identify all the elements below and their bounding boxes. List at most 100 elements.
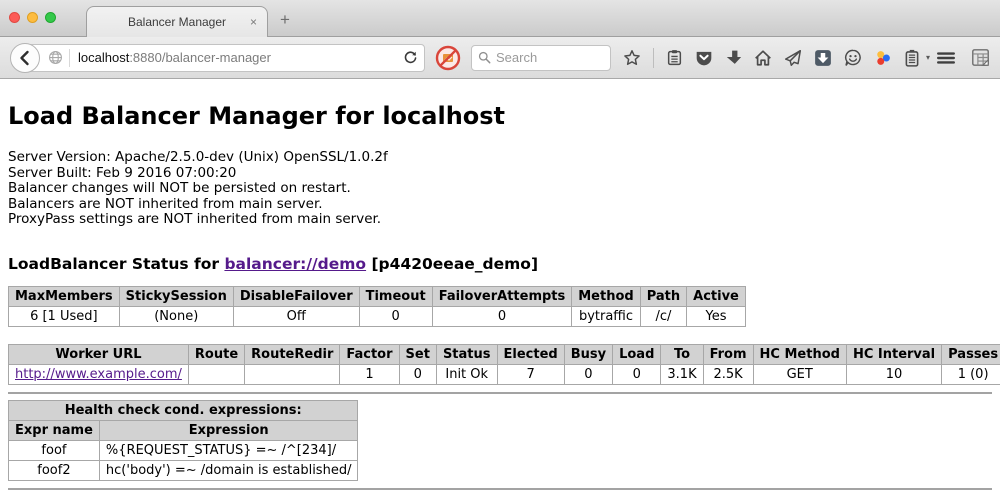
table-title-row: Health check cond. expressions:: [9, 400, 358, 420]
server-version-line: Server Version: Apache/2.5.0-dev (Unix) …: [8, 150, 992, 166]
divider-rule: [8, 392, 992, 394]
download-helper-icon[interactable]: [814, 49, 832, 67]
search-input[interactable]: [496, 50, 596, 65]
server-info: Server Version: Apache/2.5.0-dev (Unix) …: [8, 150, 992, 228]
browser-tab[interactable]: Balancer Manager ×: [86, 6, 268, 37]
cell-method: bytraffic: [572, 306, 640, 326]
table-row: foof2 hc('body') =~ /domain is establish…: [9, 460, 358, 480]
colored-dots-icon[interactable]: [874, 49, 892, 67]
send-plane-icon[interactable]: [784, 49, 802, 67]
cell-to: 3.1K: [661, 364, 703, 384]
col-factor: Factor: [340, 344, 399, 364]
cell-path: /c/: [640, 306, 686, 326]
window-controls: [9, 12, 56, 23]
col-from: From: [703, 344, 753, 364]
cell-maxmembers: 6 [1 Used]: [9, 306, 120, 326]
navigation-toolbar: localhost:8880/balancer-manager: [0, 37, 1000, 79]
chat-smiley-icon[interactable]: [844, 49, 862, 67]
cell-stickysession: (None): [119, 306, 233, 326]
globe-icon: [48, 50, 63, 65]
search-bar[interactable]: [471, 45, 611, 71]
reload-icon[interactable]: [403, 50, 418, 65]
home-icon[interactable]: [754, 49, 772, 67]
zoom-window-button[interactable]: [45, 12, 56, 23]
table-header-row: MaxMembers StickySession DisableFailover…: [9, 286, 746, 306]
col-set: Set: [399, 344, 436, 364]
col-method: Method: [572, 286, 640, 306]
url-bar[interactable]: localhost:8880/balancer-manager: [25, 44, 425, 72]
cell-hc-interval: 10: [846, 364, 941, 384]
page-title: Load Balancer Manager for localhost: [8, 102, 992, 130]
proxypass-note-line: ProxyPass settings are NOT inherited fro…: [8, 212, 992, 228]
col-elected: Elected: [497, 344, 564, 364]
cell-expression: %{REQUEST_STATUS} =~ /^[234]/: [99, 440, 358, 460]
tab-title: Balancer Manager: [128, 15, 226, 29]
col-disablefailover: DisableFailover: [233, 286, 359, 306]
cell-busy: 0: [564, 364, 612, 384]
cell-from: 2.5K: [703, 364, 753, 384]
cell-route: [188, 364, 244, 384]
worker-table: Worker URL Route RouteRedir Factor Set S…: [8, 344, 1000, 385]
col-active: Active: [687, 286, 746, 306]
page-grid-icon[interactable]: [971, 48, 990, 67]
col-expression: Expression: [99, 420, 358, 440]
loadbalancer-status-heading: LoadBalancer Status for balancer://demo …: [8, 255, 992, 273]
cell-status: Init Ok: [436, 364, 497, 384]
toolbar-icons: ▾: [623, 48, 930, 68]
downloads-icon[interactable]: [725, 49, 742, 66]
col-hc-method: HC Method: [753, 344, 846, 364]
table-row: foof %{REQUEST_STATUS} =~ /^[234]/: [9, 440, 358, 460]
status-heading-suffix: [p4420eeae_demo]: [366, 255, 538, 273]
back-button[interactable]: [10, 43, 40, 73]
title-bar: Balancer Manager × +: [0, 0, 1000, 37]
cell-active: Yes: [687, 306, 746, 326]
new-tab-button[interactable]: +: [280, 11, 290, 28]
cell-disablefailover: Off: [233, 306, 359, 326]
toolbar-right-group: [936, 48, 990, 67]
urlbar-divider: [69, 49, 70, 67]
col-route: Route: [188, 344, 244, 364]
col-routeredir: RouteRedir: [245, 344, 340, 364]
close-window-button[interactable]: [9, 12, 20, 23]
minimize-window-button[interactable]: [27, 12, 38, 23]
tab-close-icon[interactable]: ×: [250, 15, 257, 29]
toolbar-divider: [653, 48, 654, 68]
worker-row: http://www.example.com/ 1 0 Init Ok 7 0 …: [9, 364, 1000, 384]
col-passes: Passes: [942, 344, 1000, 364]
cell-factor: 1: [340, 364, 399, 384]
bookmark-star-icon[interactable]: [623, 49, 641, 67]
worker-url-link[interactable]: http://www.example.com/: [15, 367, 182, 382]
battery-icon[interactable]: [904, 49, 920, 67]
bottom-rule: [8, 488, 992, 490]
health-table-title: Health check cond. expressions:: [9, 400, 358, 420]
balancer-demo-link[interactable]: balancer://demo: [224, 255, 366, 273]
clipboard-icon[interactable]: [666, 49, 683, 66]
status-heading-prefix: LoadBalancer Status for: [8, 255, 224, 273]
cell-timeout: 0: [359, 306, 432, 326]
col-to: To: [661, 344, 703, 364]
col-busy: Busy: [564, 344, 612, 364]
cell-load: 0: [613, 364, 661, 384]
chevron-down-icon[interactable]: ▾: [926, 53, 930, 62]
url-text[interactable]: localhost:8880/balancer-manager: [78, 50, 403, 65]
page-content: Load Balancer Manager for localhost Serv…: [0, 79, 1000, 490]
cell-passes: 1 (0): [942, 364, 1000, 384]
col-status: Status: [436, 344, 497, 364]
col-load: Load: [613, 344, 661, 364]
cell-expression: hc('body') =~ /domain is established/: [99, 460, 358, 480]
url-domain: localhost: [78, 50, 129, 65]
col-worker-url: Worker URL: [9, 344, 189, 364]
cell-hc-method: GET: [753, 364, 846, 384]
menu-hamburger-icon[interactable]: [936, 49, 956, 67]
inherit-note-line: Balancers are NOT inherited from main se…: [8, 197, 992, 213]
col-stickysession: StickySession: [119, 286, 233, 306]
browser-window: Balancer Manager × + localhost:8880/bala…: [0, 0, 1000, 491]
cell-worker-url: http://www.example.com/: [9, 364, 189, 384]
health-check-table: Health check cond. expressions: Expr nam…: [8, 400, 358, 481]
pocket-icon[interactable]: [695, 49, 713, 67]
balancer-summary-table: MaxMembers StickySession DisableFailover…: [8, 286, 746, 327]
table-header-row: Worker URL Route RouteRedir Factor Set S…: [9, 344, 1000, 364]
table-header-row: Expr name Expression: [9, 420, 358, 440]
table-row: 6 [1 Used] (None) Off 0 0 bytraffic /c/ …: [9, 306, 746, 326]
image-block-icon[interactable]: [435, 45, 461, 71]
